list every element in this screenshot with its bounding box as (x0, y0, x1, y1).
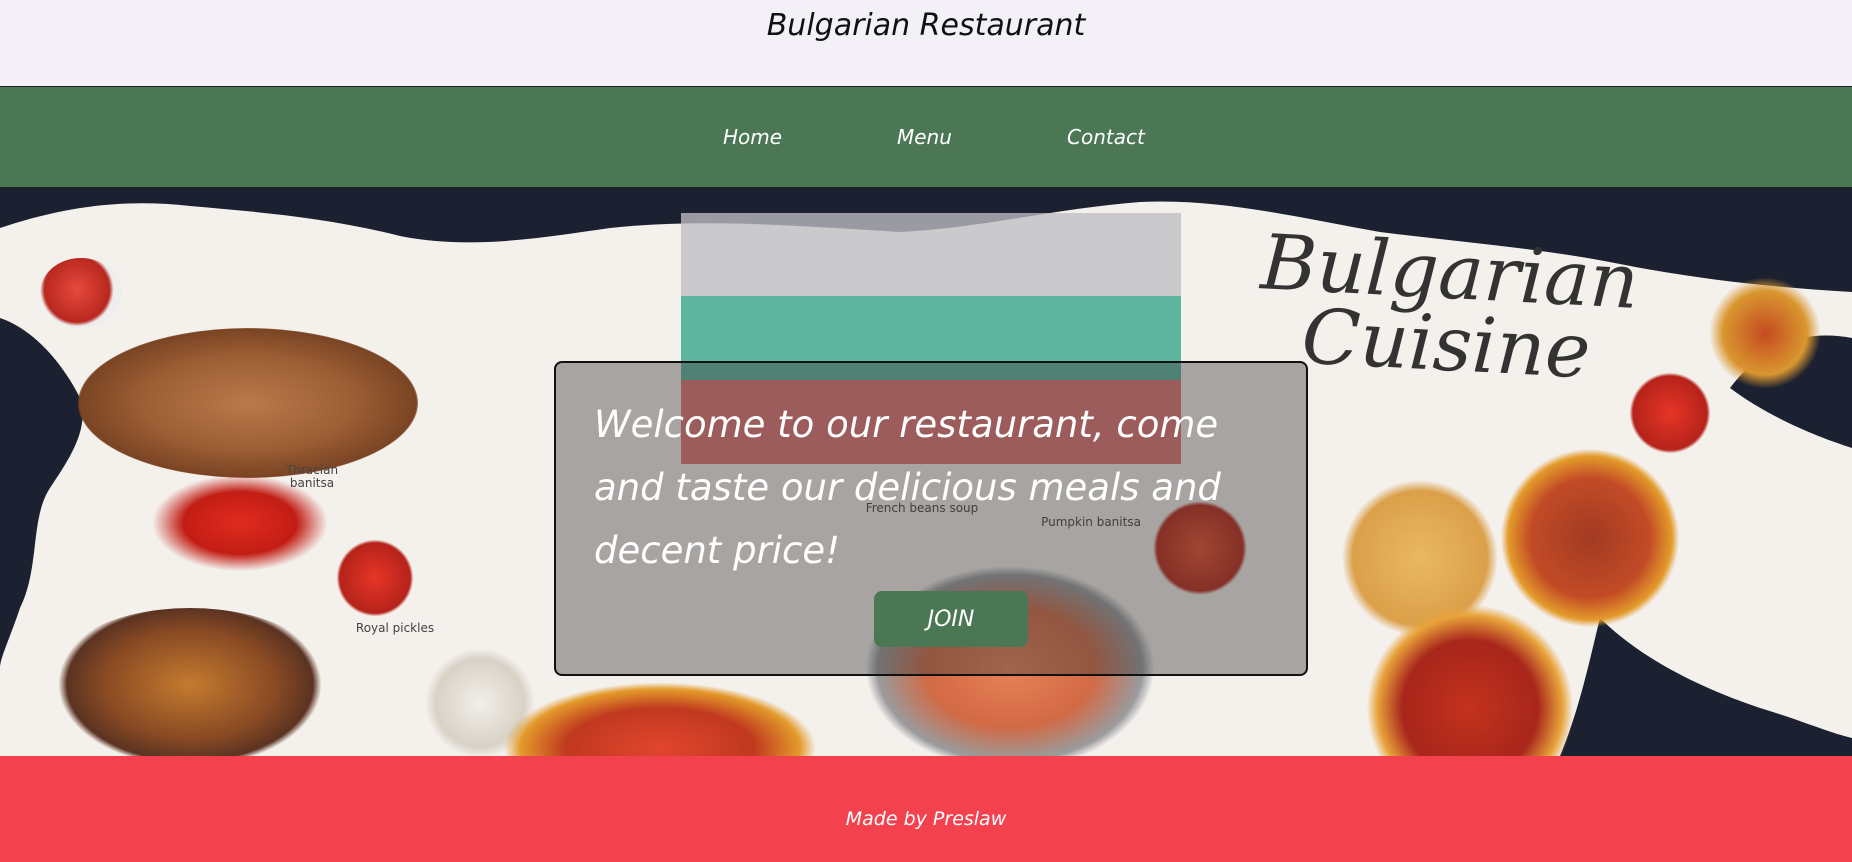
site-title: Bulgarian Restaurant (766, 8, 1086, 43)
bowl-image (1690, 278, 1840, 388)
nav-link-home[interactable]: Home (723, 125, 782, 149)
welcome-card: Welcome to our restaurant, come and tast… (554, 361, 1308, 676)
main-navigation: Home Menu Contact (0, 87, 1852, 188)
nav-link-contact[interactable]: Contact (1067, 125, 1145, 149)
site-footer: Made by Preslaw (0, 756, 1852, 862)
tomato-image (325, 538, 425, 618)
food-label-royal-pickles: Royal pickles (355, 621, 435, 635)
footer-credit: Made by Preslaw (845, 808, 1007, 830)
tomato-bowl-image (40, 258, 122, 328)
site-header: Bulgarian Restaurant (0, 0, 1852, 87)
flag-white-stripe (681, 213, 1181, 296)
nav-link-menu[interactable]: Menu (897, 125, 952, 149)
welcome-message: Welcome to our restaurant, come and tast… (594, 403, 1221, 572)
join-button[interactable]: JOIN (874, 591, 1028, 647)
food-label-thracian-banitsa: Thracian banitsa (285, 463, 339, 490)
banitsa-image (78, 328, 418, 478)
page: Bulgarian Restaurant Home Menu Contact T… (0, 0, 1852, 862)
